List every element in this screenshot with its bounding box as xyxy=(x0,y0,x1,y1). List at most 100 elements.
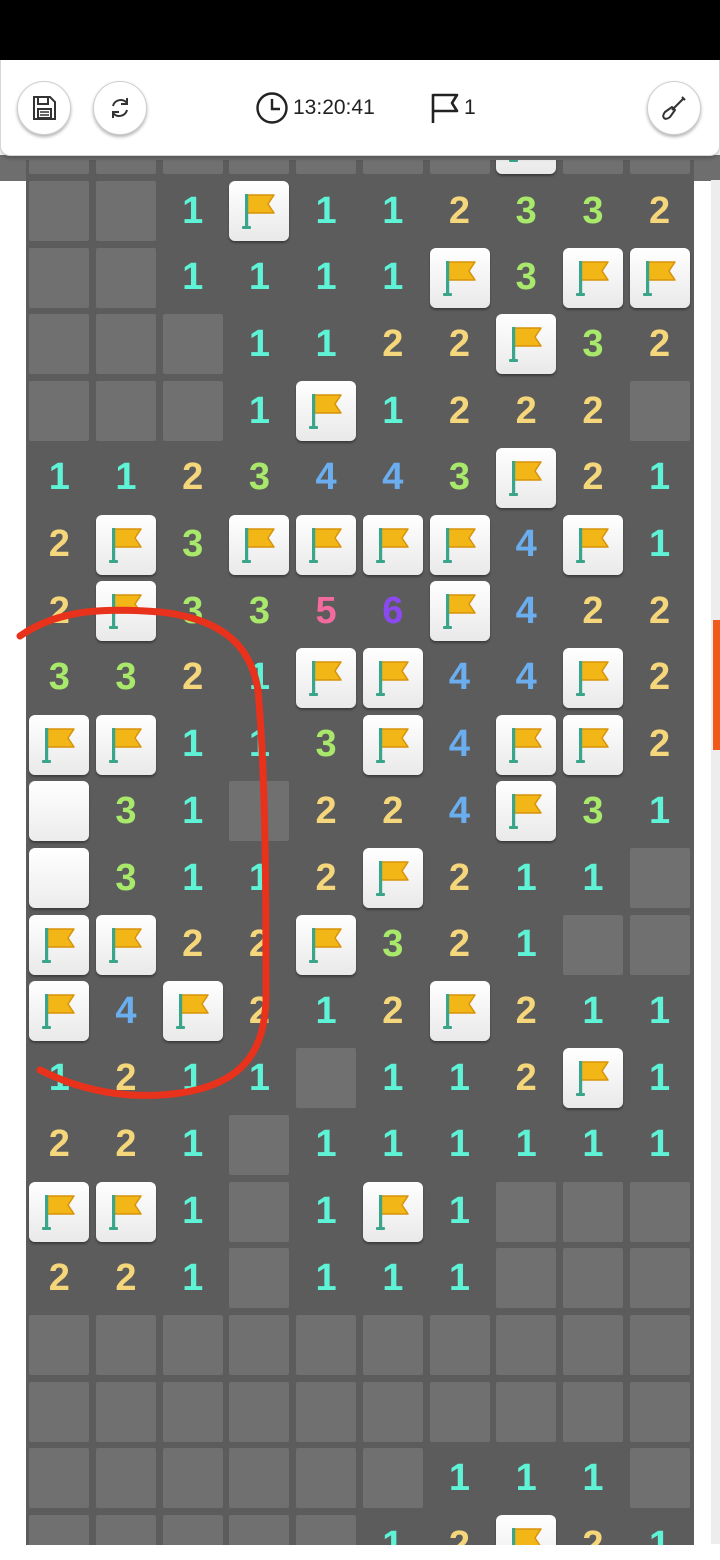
grid-cell-number[interactable]: 3 xyxy=(96,848,156,908)
grid-cell-number[interactable]: 3 xyxy=(496,181,556,241)
grid-cell-flagged[interactable] xyxy=(362,714,423,775)
grid-cell-hidden[interactable] xyxy=(429,1381,490,1442)
grid-cell-number[interactable]: 1 xyxy=(363,1515,423,1546)
grid-cell-number[interactable]: 4 xyxy=(96,981,156,1041)
grid-cell-hidden[interactable] xyxy=(29,1515,90,1545)
grid-cell-number[interactable]: 1 xyxy=(296,248,356,308)
grid-cell-number[interactable]: 1 xyxy=(496,848,556,908)
grid-cell-hidden[interactable] xyxy=(296,160,357,175)
grid-cell-number[interactable]: 1 xyxy=(363,1115,423,1175)
grid-cell-flagged[interactable] xyxy=(496,1515,557,1545)
grid-cell-number[interactable]: 1 xyxy=(630,448,690,508)
grid-cell-number[interactable]: 1 xyxy=(363,381,423,441)
grid-cell-flagged[interactable] xyxy=(296,647,357,708)
grid-cell-number[interactable]: 2 xyxy=(163,915,223,975)
grid-cell-number[interactable]: 3 xyxy=(563,781,623,841)
grid-cell-number[interactable]: 1 xyxy=(163,181,223,241)
grid-cell-number[interactable]: 2 xyxy=(430,848,490,908)
grid-cell-hidden[interactable] xyxy=(296,1515,357,1545)
grid-cell-number[interactable]: 1 xyxy=(29,448,89,508)
grid-cell-number[interactable]: 1 xyxy=(430,1115,490,1175)
grid-cell-number[interactable]: 1 xyxy=(229,314,289,374)
grid-cell-number[interactable]: 2 xyxy=(430,181,490,241)
grid-cell-number[interactable]: 3 xyxy=(496,248,556,308)
grid-cell-hidden[interactable] xyxy=(296,1048,357,1109)
grid-cell-number[interactable]: 2 xyxy=(163,648,223,708)
grid-cell-number[interactable]: 4 xyxy=(496,648,556,708)
grid-cell-number[interactable]: 4 xyxy=(430,781,490,841)
grid-cell-hidden[interactable] xyxy=(629,1181,690,1242)
grid-cell-number[interactable]: 2 xyxy=(363,781,423,841)
grid-cell-hidden[interactable] xyxy=(29,1381,90,1442)
grid-cell-hidden[interactable] xyxy=(496,1248,557,1309)
grid-cell-hidden[interactable] xyxy=(629,1248,690,1309)
grid-cell-hidden[interactable] xyxy=(162,160,223,175)
save-button[interactable] xyxy=(17,81,71,135)
grid-cell-flagged[interactable] xyxy=(296,381,357,442)
grid-cell-flagged[interactable] xyxy=(96,581,156,642)
grid-cell-number[interactable]: 2 xyxy=(96,1248,156,1308)
grid-cell-flagged[interactable] xyxy=(562,247,623,308)
grid-cell-hidden[interactable] xyxy=(229,1381,290,1442)
grid-cell-number[interactable]: 1 xyxy=(163,781,223,841)
grid-cell-number[interactable]: 1 xyxy=(363,1048,423,1108)
grid-cell-number[interactable]: 1 xyxy=(296,1182,356,1242)
grid-cell-flagged[interactable] xyxy=(29,981,90,1042)
grid-cell-blank[interactable] xyxy=(29,781,90,842)
grid-cell-hidden[interactable] xyxy=(29,181,90,241)
grid-cell-number[interactable]: 3 xyxy=(430,448,490,508)
grid-cell-number[interactable]: 2 xyxy=(29,581,89,641)
grid-cell-number[interactable]: 3 xyxy=(563,314,623,374)
grid-cell-number[interactable]: 2 xyxy=(29,515,89,575)
grid-cell-number[interactable]: 4 xyxy=(430,648,490,708)
grid-cell-number[interactable]: 3 xyxy=(96,781,156,841)
grid-cell-flagged[interactable] xyxy=(96,714,156,775)
grid-cell-flagged[interactable] xyxy=(496,160,557,175)
grid-cell-flagged[interactable] xyxy=(429,247,490,308)
grid-cell-flagged[interactable] xyxy=(496,447,557,508)
grid-cell-number[interactable]: 1 xyxy=(563,848,623,908)
grid-cell-hidden[interactable] xyxy=(229,1314,290,1375)
grid-cell-number[interactable]: 3 xyxy=(229,448,289,508)
grid-cell-number[interactable]: 1 xyxy=(630,981,690,1041)
grid-cell-hidden[interactable] xyxy=(29,381,90,442)
grid-cell-hidden[interactable] xyxy=(29,160,90,175)
grid-cell-number[interactable]: 2 xyxy=(296,781,356,841)
grid-cell-hidden[interactable] xyxy=(162,1448,223,1509)
grid-cell-number[interactable]: 2 xyxy=(363,981,423,1041)
grid-cell-hidden[interactable] xyxy=(29,1314,90,1375)
grid-cell-number[interactable]: 1 xyxy=(630,1115,690,1175)
grid-cell-number[interactable]: 2 xyxy=(563,1515,623,1546)
grid-cell-number[interactable]: 2 xyxy=(29,1248,89,1308)
grid-cell-number[interactable]: 2 xyxy=(563,581,623,641)
grid-cell-flagged[interactable] xyxy=(96,1181,156,1242)
grid-cell-hidden[interactable] xyxy=(229,1448,290,1509)
grid-cell-number[interactable]: 2 xyxy=(29,1115,89,1175)
grid-cell-hidden[interactable] xyxy=(96,1448,156,1509)
grid-cell-number[interactable]: 1 xyxy=(363,248,423,308)
grid-cell-number[interactable]: 1 xyxy=(496,1448,556,1508)
grid-cell-hidden[interactable] xyxy=(629,381,690,442)
grid-cell-number[interactable]: 1 xyxy=(630,781,690,841)
grid-cell-number[interactable]: 1 xyxy=(163,715,223,775)
grid-cell-hidden[interactable] xyxy=(229,781,290,842)
grid-cell-number[interactable]: 2 xyxy=(296,848,356,908)
grid-cell-number[interactable]: 1 xyxy=(430,1448,490,1508)
grid-cell-hidden[interactable] xyxy=(229,1114,290,1175)
grid-cell-hidden[interactable] xyxy=(229,1515,290,1545)
grid-cell-hidden[interactable] xyxy=(562,1248,623,1309)
grid-cell-blank[interactable] xyxy=(29,848,90,908)
grid-cell-number[interactable]: 2 xyxy=(363,314,423,374)
grid-cell-flagged[interactable] xyxy=(29,1181,90,1242)
grid-cell-hidden[interactable] xyxy=(96,1515,156,1545)
grid-cell-number[interactable]: 1 xyxy=(229,248,289,308)
grid-cell-hidden[interactable] xyxy=(429,160,490,175)
grid-cell-number[interactable]: 1 xyxy=(229,381,289,441)
grid-cell-number[interactable]: 1 xyxy=(296,981,356,1041)
grid-cell-number[interactable]: 1 xyxy=(296,1115,356,1175)
grid-cell-number[interactable]: 2 xyxy=(96,1048,156,1108)
grid-cell-number[interactable]: 1 xyxy=(96,448,156,508)
grid-cell-hidden[interactable] xyxy=(629,914,690,975)
grid-cell-number[interactable]: 3 xyxy=(163,581,223,641)
grid-cell-hidden[interactable] xyxy=(496,1181,557,1242)
